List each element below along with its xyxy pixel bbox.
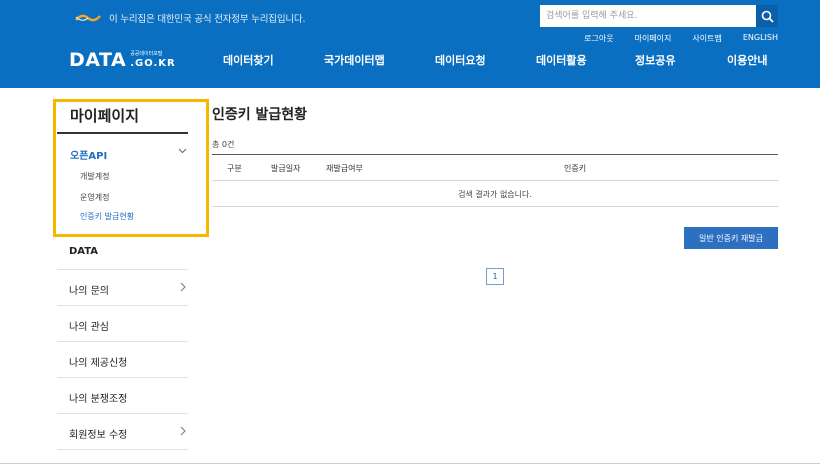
empty-message: 검색 결과가 없습니다. [458,190,532,199]
sitemap-link[interactable]: 사이트맵 [692,33,721,44]
utility-nav: 로그아웃 마이페이지 사이트맵 ENGLISH [563,33,778,44]
search-box [540,5,778,27]
column-header-issue-date: 발급일자 [271,164,301,173]
site-header: 이 누리집은 대한민국 공식 전자정부 누리집입니다. 로그아웃 마이페이지 사… [0,0,820,88]
sidebar-item-edit-profile[interactable]: 회원정보 수정 [57,414,188,450]
gov-emblem-icon [75,14,101,22]
search-input[interactable] [540,5,756,27]
column-header-reissued: 재발급여부 [326,164,363,173]
gnb-data-request[interactable]: 데이터요청 [435,52,486,68]
key-status-table: 구분 발급일자 재발급여부 인증키 검색 결과가 없습니다. [212,154,778,207]
chevron-right-icon [180,282,186,292]
global-nav: 데이터찾기 국가데이터맵 데이터요청 데이터활용 정보공유 이용안내 [0,52,820,68]
chevron-right-icon [180,426,186,436]
sidebar-item-my-dispute[interactable]: 나의 분쟁조정 [57,378,188,414]
gnb-data-utilization[interactable]: 데이터활용 [536,52,587,68]
column-header-type: 구분 [227,164,242,173]
table-header: 구분 발급일자 재발급여부 인증키 [212,154,778,181]
page-title: 인증키 발급현황 [212,107,308,123]
logout-link[interactable]: 로그아웃 [584,33,613,44]
sidebar-item-my-provision[interactable]: 나의 제공신청 [57,342,188,378]
highlight-annotation-box [53,99,209,237]
search-icon [761,10,774,23]
pagination-page-1[interactable]: 1 [486,268,504,285]
sidebar-item-data[interactable]: DATA [57,234,188,270]
footer-divider [0,463,820,464]
sidebar-item-my-inquiry[interactable]: 나의 문의 [57,270,188,306]
gov-banner-text: 이 누리집은 대한민국 공식 전자정부 누리집입니다. [109,14,306,25]
gov-banner: 이 누리집은 대한민국 공식 전자정부 누리집입니다. [75,11,305,25]
table-empty-row: 검색 결과가 없습니다. [212,181,778,207]
gnb-usage-guide[interactable]: 이용안내 [727,52,767,68]
reissue-key-button[interactable]: 일반 인증키 재발급 [684,227,778,249]
gnb-info-share[interactable]: 정보공유 [635,52,675,68]
sidebar-item-my-interest[interactable]: 나의 관심 [57,306,188,342]
column-header-auth-key: 인증키 [564,164,587,173]
gnb-national-data-map[interactable]: 국가데이터맵 [324,52,385,68]
total-count: 총 0건 [212,140,235,149]
gnb-data-search[interactable]: 데이터찾기 [223,52,274,68]
mypage-link[interactable]: 마이페이지 [635,33,672,44]
english-link[interactable]: ENGLISH [743,33,778,44]
search-button[interactable] [756,5,778,27]
